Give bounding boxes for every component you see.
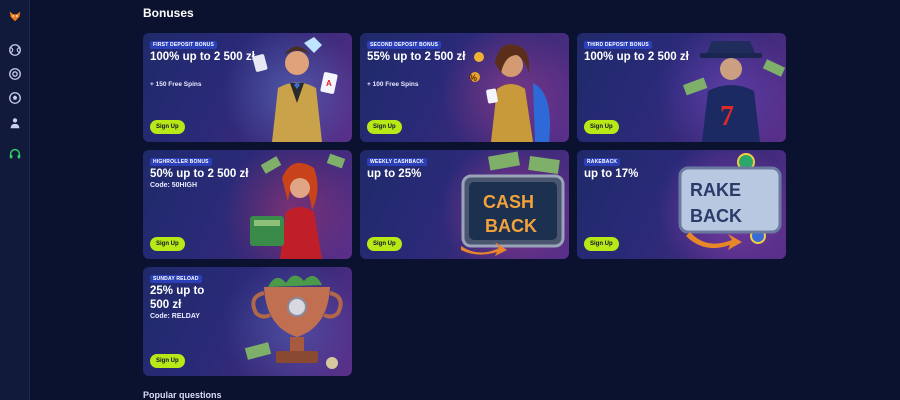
- sign-up-button[interactable]: Sign Up: [150, 237, 185, 251]
- card-badge: SECOND DEPOSIT BONUS: [367, 41, 442, 49]
- card-headline: 100% up to 2 500 zł: [150, 51, 255, 63]
- card-headline: up to 17%: [584, 168, 639, 180]
- card-subtitle: + 150 Free Spins: [150, 81, 202, 88]
- card-badge: HIGHROLLER BONUS: [150, 158, 212, 166]
- seven-symbol: 7: [720, 101, 734, 132]
- bonus-card-sunday-reload[interactable]: SUNDAY RELOAD 25% up to 500 zł Code: REL…: [143, 267, 352, 376]
- popular-questions-heading: Popular questions: [143, 390, 222, 400]
- back-text: BACK: [690, 206, 742, 226]
- svg-text:A: A: [326, 79, 332, 88]
- card-promo-code: Code: 50HIGH: [150, 182, 198, 189]
- target-icon[interactable]: [7, 66, 23, 82]
- sign-up-button[interactable]: Sign Up: [584, 120, 619, 134]
- card-badge: FIRST DEPOSIT BONUS: [150, 41, 218, 49]
- soccer-ball-icon[interactable]: [7, 90, 23, 106]
- bonus-card-rakeback[interactable]: RAKEBACK up to 17% Sign Up RAKE BACK: [577, 150, 786, 259]
- tennis-ball-icon[interactable]: [7, 42, 23, 58]
- cash-text: CASH: [483, 192, 534, 212]
- rake-back-sign-illustration: RAKE BACK: [676, 150, 786, 259]
- card-badge: THIRD DEPOSIT BONUS: [584, 41, 652, 49]
- headset-icon[interactable]: [7, 146, 23, 162]
- card-badge: SUNDAY RELOAD: [150, 275, 202, 283]
- bonus-card-highroller[interactable]: HIGHROLLER BONUS 50% up to 2 500 zł Code…: [143, 150, 352, 259]
- card-headline: 100% up to 2 500 zł: [584, 51, 689, 63]
- sidebar: [0, 0, 30, 400]
- card-promo-code: Code: RELDAY: [150, 313, 200, 320]
- svg-text:%: %: [469, 73, 477, 83]
- card-headline: up to 25%: [367, 168, 422, 180]
- card-subtitle: + 100 Free Spins: [367, 81, 419, 88]
- back-text: BACK: [485, 216, 537, 236]
- sign-up-button[interactable]: Sign Up: [367, 237, 402, 251]
- man-gold-suit-cards-illustration: A: [242, 33, 352, 142]
- cash-back-sign-illustration: CASH BACK: [459, 150, 569, 259]
- main-content: Bonuses FIRST DEPOSIT BONUS 100% up to 2…: [30, 0, 900, 400]
- man-hat-seven-illustration: 7: [676, 33, 786, 142]
- woman-gold-dress-coins-illustration: %: [459, 33, 569, 142]
- bonus-card-third-deposit[interactable]: THIRD DEPOSIT BONUS 100% up to 2 500 zł …: [577, 33, 786, 142]
- woman-red-money-illustration: [242, 150, 352, 259]
- fox-logo-icon[interactable]: [7, 8, 23, 24]
- bonus-card-weekly-cashback[interactable]: WEEKLY CASHBACK up to 25% Sign Up CASH B…: [360, 150, 569, 259]
- card-badge: WEEKLY CASHBACK: [367, 158, 427, 166]
- rake-text: RAKE: [690, 180, 741, 200]
- sign-up-button[interactable]: Sign Up: [150, 354, 185, 368]
- trophy-money-illustration: [242, 267, 352, 376]
- page-title: Bonuses: [143, 6, 194, 20]
- bonus-card-second-deposit[interactable]: SECOND DEPOSIT BONUS 55% up to 2 500 zł …: [360, 33, 569, 142]
- bonus-card-first-deposit[interactable]: FIRST DEPOSIT BONUS 100% up to 2 500 zł …: [143, 33, 352, 142]
- sign-up-button[interactable]: Sign Up: [150, 120, 185, 134]
- sign-up-button[interactable]: Sign Up: [584, 237, 619, 251]
- sign-up-button[interactable]: Sign Up: [367, 120, 402, 134]
- card-headline: 55% up to 2 500 zł: [367, 51, 466, 63]
- card-badge: RAKEBACK: [584, 158, 621, 166]
- person-icon[interactable]: [7, 115, 23, 131]
- card-headline: 25% up to 500 zł: [150, 285, 205, 311]
